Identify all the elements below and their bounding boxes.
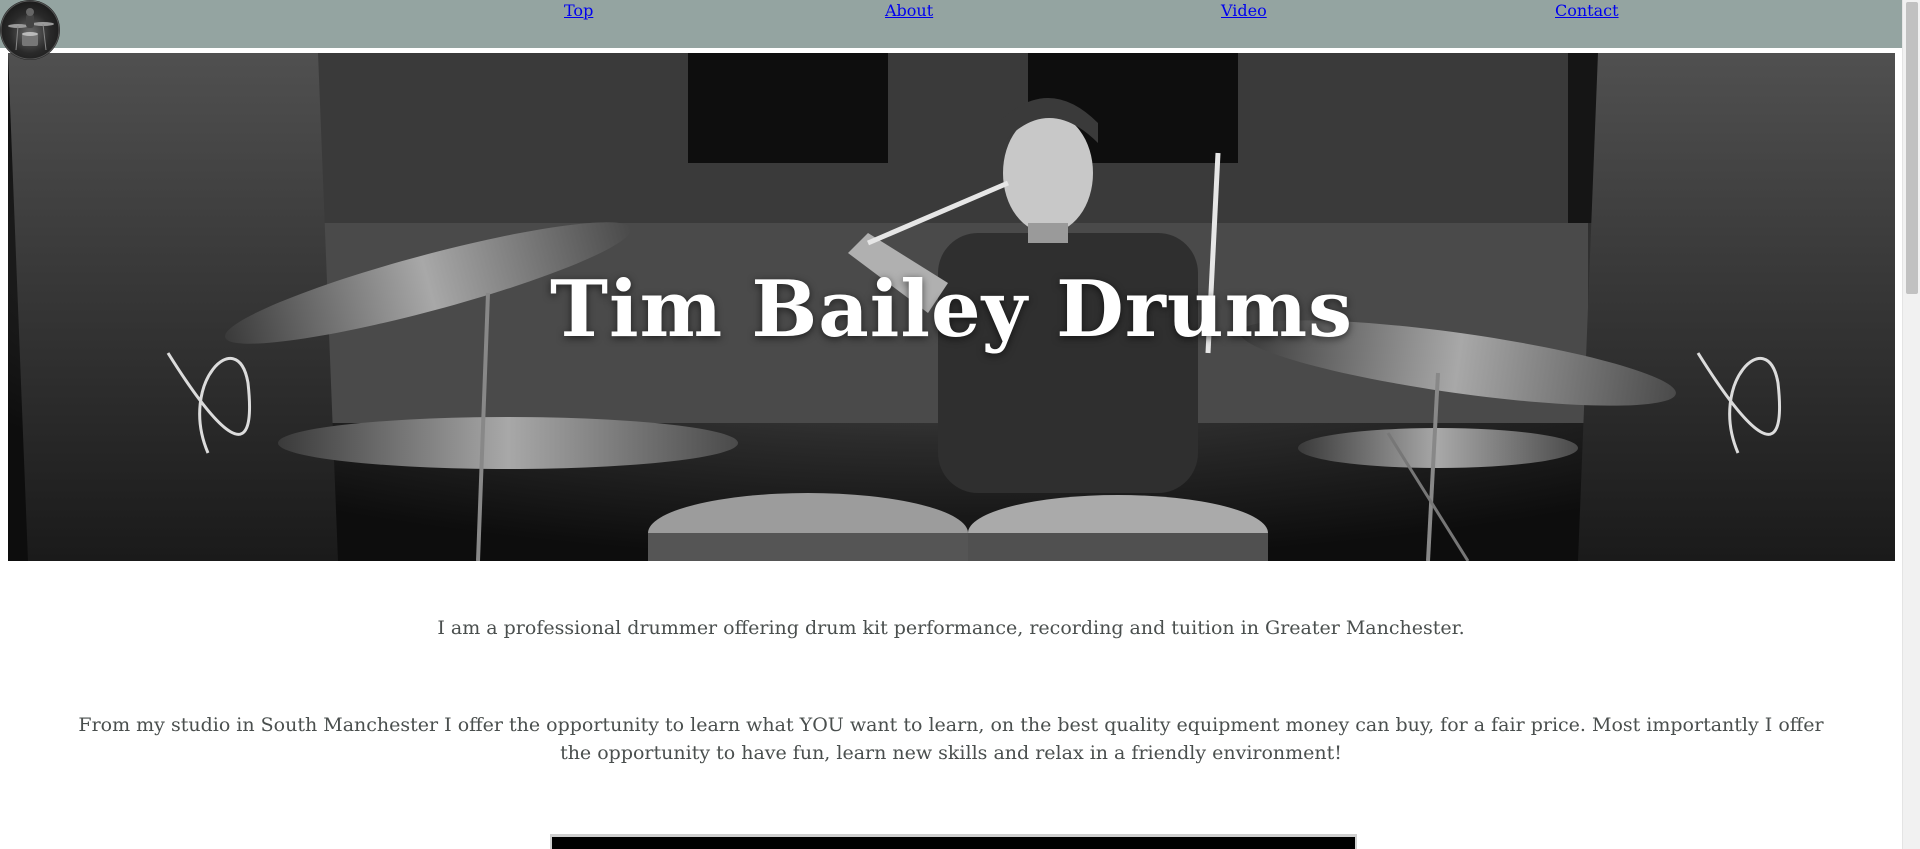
video-embed[interactable] <box>550 834 1357 849</box>
nav-link-video[interactable]: Video <box>1221 1 1267 21</box>
scrollbar-thumb[interactable] <box>1906 2 1918 294</box>
nav-link-contact[interactable]: Contact <box>1555 1 1619 21</box>
page: Top About Video Contact Tim Bailey Drums… <box>0 0 1920 849</box>
vertical-scrollbar[interactable] <box>1902 0 1920 849</box>
nav-link-about[interactable]: About <box>885 1 933 21</box>
hero-banner: Tim Bailey Drums <box>8 53 1895 561</box>
intro-text: I am a professional drummer offering dru… <box>437 617 1465 639</box>
top-navbar: Top About Video Contact <box>0 0 1902 50</box>
studio-text: From my studio in South Manchester I off… <box>78 714 1824 764</box>
nav-link-top[interactable]: Top <box>564 1 593 21</box>
hero-title: Tim Bailey Drums <box>549 264 1354 355</box>
drum-kit-logo-icon[interactable] <box>0 0 60 60</box>
